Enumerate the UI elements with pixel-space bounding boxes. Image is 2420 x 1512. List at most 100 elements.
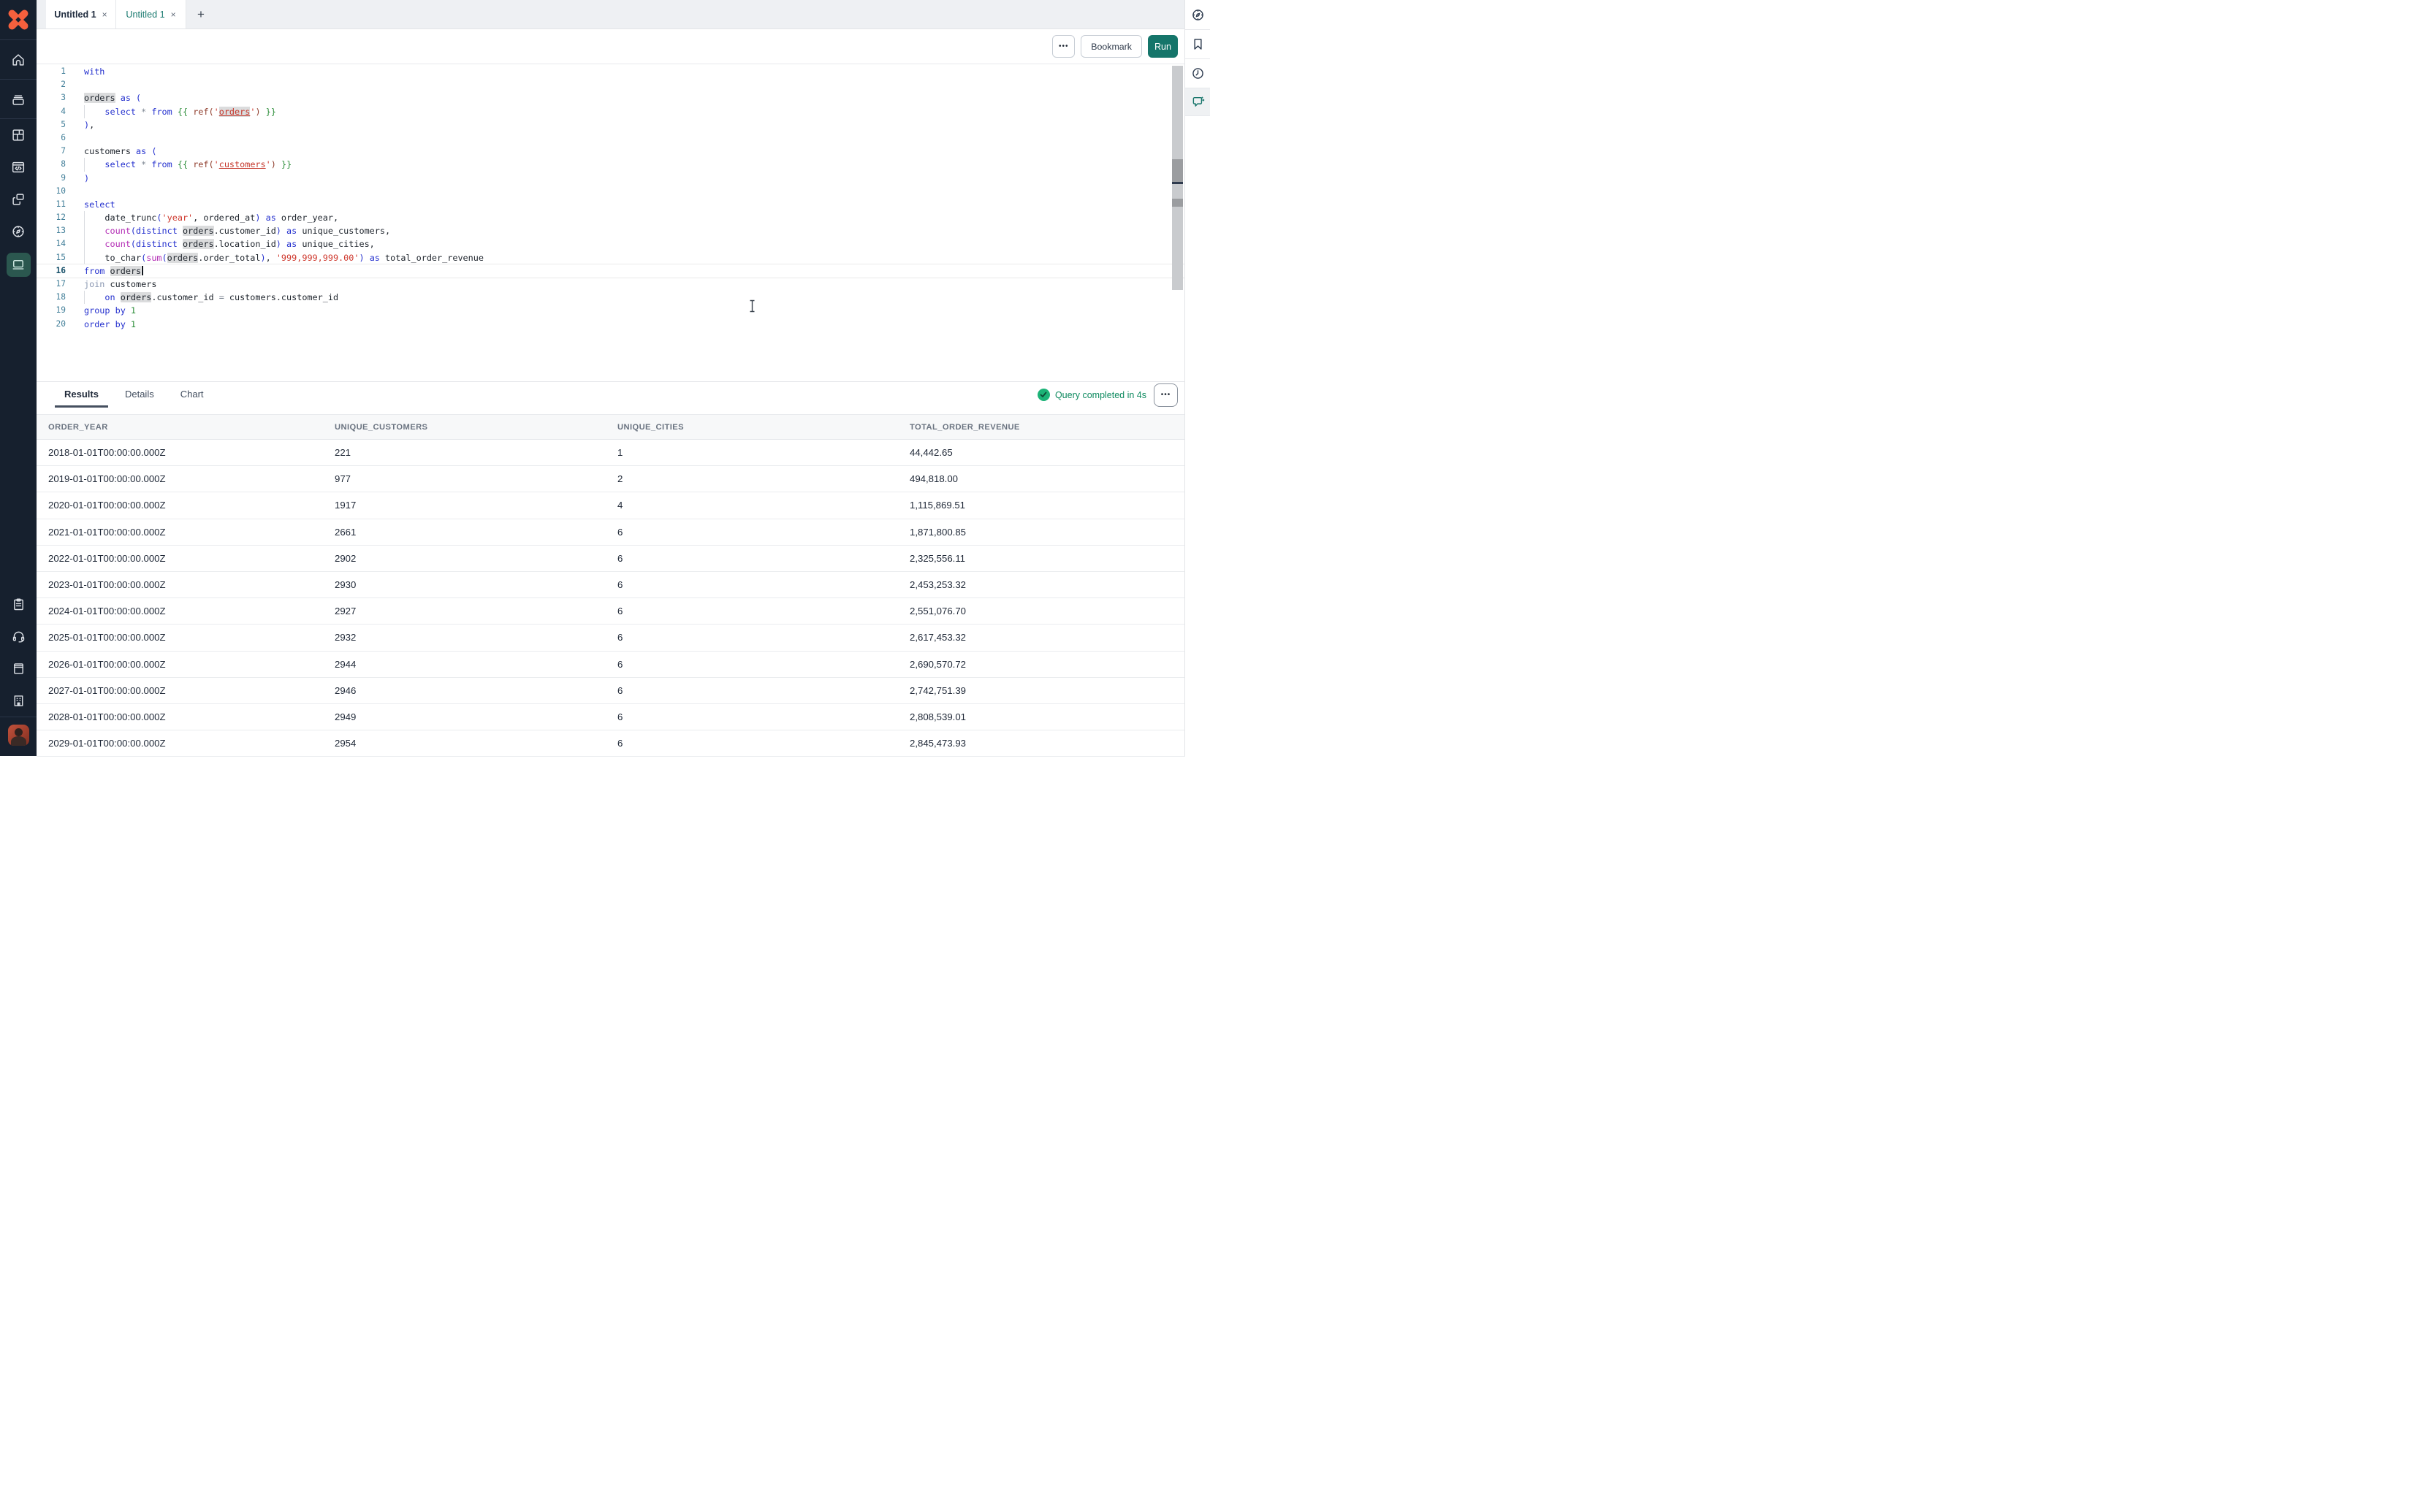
sidebar-item-collections[interactable] <box>0 80 37 118</box>
table-cell: 977 <box>335 473 617 484</box>
results-tab-details[interactable]: Details <box>115 382 164 408</box>
table-row[interactable]: 2024-01-01T00:00:00.000Z292762,551,076.7… <box>37 598 1185 625</box>
line-number: 6 <box>37 131 66 145</box>
query-status: Query completed in 4s <box>1038 389 1146 401</box>
check-circle-icon <box>1038 389 1050 401</box>
column-header[interactable]: UNIQUE_CUSTOMERS <box>335 423 617 432</box>
table-row[interactable]: 2027-01-01T00:00:00.000Z294662,742,751.3… <box>37 678 1185 704</box>
table-row[interactable]: 2022-01-01T00:00:00.000Z290262,325,556.1… <box>37 546 1185 572</box>
code-line[interactable]: 2 <box>37 78 1185 91</box>
right-rail <box>1184 0 1210 756</box>
table-cell: 1 <box>617 447 910 458</box>
code-line-content: count(distinct orders.location_id) as un… <box>84 237 375 251</box>
table-cell: 2927 <box>335 606 617 616</box>
sidebar-item-compute[interactable] <box>0 248 37 281</box>
code-line[interactable]: 4select * from {{ ref('orders') }} <box>37 105 1185 118</box>
tab-untitled-2[interactable]: Untitled 1 × <box>116 0 186 28</box>
tab-close-icon[interactable]: × <box>171 9 176 20</box>
line-number: 1 <box>37 65 66 78</box>
code-line[interactable]: 1with <box>37 65 1185 78</box>
table-cell: 4 <box>617 500 910 511</box>
code-line[interactable]: 10 <box>37 185 1185 198</box>
table-cell: 2026-01-01T00:00:00.000Z <box>48 659 335 670</box>
code-line[interactable]: 12date_trunc('year', ordered_at) as orde… <box>37 211 1185 224</box>
user-avatar[interactable] <box>8 725 29 746</box>
results-tab-results[interactable]: Results <box>55 382 108 408</box>
column-header[interactable]: ORDER_YEAR <box>48 423 335 432</box>
sql-editor[interactable]: 1with23orders as (4select * from {{ ref(… <box>37 64 1185 381</box>
column-header[interactable]: TOTAL_ORDER_REVENUE <box>910 423 1185 432</box>
line-number: 15 <box>37 251 66 264</box>
sidebar-item-apps[interactable] <box>0 183 37 215</box>
code-line[interactable]: 18on orders.customer_id = customers.cust… <box>37 291 1185 304</box>
code-line-content: orders as ( <box>84 91 141 104</box>
code-line[interactable]: 5), <box>37 118 1185 131</box>
code-line[interactable]: 7customers as ( <box>37 145 1185 158</box>
table-cell: 2025-01-01T00:00:00.000Z <box>48 632 335 643</box>
project-tab-bar: Untitled 1 × Untitled 1 × + <box>37 0 1185 29</box>
table-cell: 2028-01-01T00:00:00.000Z <box>48 711 335 722</box>
explore-icon <box>1190 7 1206 23</box>
sidebar-item-templates[interactable] <box>0 588 37 620</box>
text-caret <box>142 266 143 275</box>
line-number: 10 <box>37 185 66 198</box>
line-number: 7 <box>37 145 66 158</box>
new-tab-button[interactable]: + <box>186 0 216 28</box>
table-row[interactable]: 2019-01-01T00:00:00.000Z9772494,818.00 <box>37 466 1185 492</box>
code-line[interactable]: 11select <box>37 198 1185 211</box>
sidebar-item-projects[interactable] <box>0 119 37 151</box>
table-cell: 2024-01-01T00:00:00.000Z <box>48 606 335 616</box>
code-line[interactable]: 19group by 1 <box>37 304 1185 317</box>
table-cell: 2 <box>617 473 910 484</box>
code-line[interactable]: 17join customers <box>37 278 1185 291</box>
code-line[interactable]: 14count(distinct orders.location_id) as … <box>37 237 1185 251</box>
query-status-text: Query completed in 4s <box>1055 390 1146 400</box>
sidebar-item-explore[interactable] <box>0 215 37 248</box>
code-line[interactable]: 8select * from {{ ref('customers') }} <box>37 158 1185 171</box>
table-header-row: ORDER_YEARUNIQUE_CUSTOMERSUNIQUE_CITIEST… <box>37 414 1185 440</box>
table-row[interactable]: 2018-01-01T00:00:00.000Z221144,442.65 <box>37 440 1185 466</box>
sidebar-item-docs[interactable] <box>0 652 37 684</box>
code-line[interactable]: 6 <box>37 131 1185 145</box>
code-line[interactable]: 20order by 1 <box>37 318 1185 331</box>
code-line-content: from orders <box>84 264 143 278</box>
code-line[interactable]: 16from orders <box>37 264 1185 278</box>
editor-scrollbar[interactable] <box>1172 66 1183 290</box>
table-row[interactable]: 2025-01-01T00:00:00.000Z293262,617,453.3… <box>37 625 1185 651</box>
projects-icon <box>10 127 26 143</box>
table-row[interactable]: 2023-01-01T00:00:00.000Z293062,453,253.3… <box>37 572 1185 598</box>
rail-item-magic-chat[interactable] <box>1185 88 1210 116</box>
code-line-content: group by 1 <box>84 304 136 317</box>
rail-item-explore[interactable] <box>1185 0 1210 30</box>
more-options-button[interactable]: ••• <box>1052 35 1075 58</box>
rail-item-history[interactable] <box>1185 59 1210 88</box>
code-line[interactable]: 3orders as ( <box>37 91 1185 104</box>
sidebar-item-organization[interactable] <box>0 684 37 717</box>
results-tab-chart[interactable]: Chart <box>171 382 213 408</box>
tab-close-icon[interactable]: × <box>102 9 107 20</box>
code-line[interactable]: 9) <box>37 172 1185 185</box>
rail-item-bookmark[interactable] <box>1185 30 1210 59</box>
run-button[interactable]: Run <box>1148 35 1178 58</box>
table-row[interactable]: 2020-01-01T00:00:00.000Z191741,115,869.5… <box>37 492 1185 519</box>
tab-untitled-1[interactable]: Untitled 1 × <box>46 0 116 28</box>
sidebar-active-item <box>7 253 31 277</box>
table-row[interactable]: 2021-01-01T00:00:00.000Z266161,871,800.8… <box>37 519 1185 546</box>
table-row[interactable]: 2029-01-01T00:00:00.000Z295462,845,473.9… <box>37 730 1185 757</box>
code-line[interactable]: 15to_char(sum(orders.order_total), '999,… <box>37 251 1185 264</box>
bookmark-button[interactable]: Bookmark <box>1081 35 1142 58</box>
table-cell: 2932 <box>335 632 617 643</box>
hex-logo[interactable] <box>0 0 37 39</box>
column-header[interactable]: UNIQUE_CITIES <box>617 423 910 432</box>
sidebar-item-home[interactable] <box>0 40 37 79</box>
sidebar-item-code-window[interactable] <box>0 151 37 183</box>
scrollbar-highlight-marker <box>1172 199 1183 207</box>
table-row[interactable]: 2026-01-01T00:00:00.000Z294462,690,570.7… <box>37 652 1185 678</box>
sidebar-item-support[interactable] <box>0 620 37 652</box>
results-more-button[interactable]: ••• <box>1154 383 1178 407</box>
code-line-content: select * from {{ ref('customers') }} <box>84 158 292 171</box>
scrollbar-thumb[interactable] <box>1172 159 1183 184</box>
line-number: 18 <box>37 291 66 304</box>
code-line[interactable]: 13count(distinct orders.customer_id) as … <box>37 224 1185 237</box>
table-row[interactable]: 2028-01-01T00:00:00.000Z294962,808,539.0… <box>37 704 1185 730</box>
